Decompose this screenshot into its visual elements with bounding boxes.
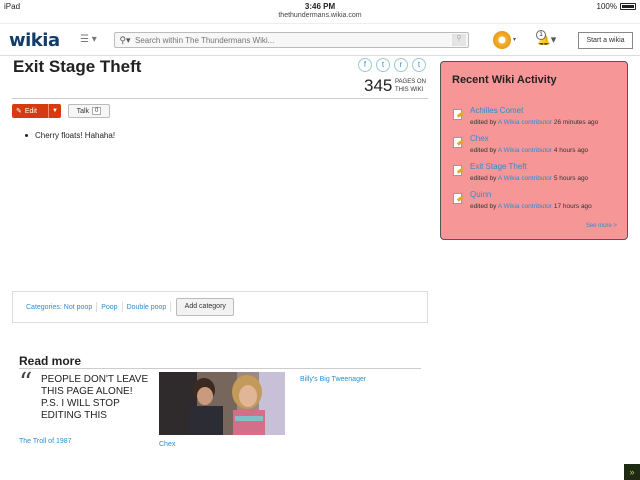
search-box[interactable]: ⚲▾ ⚲ <box>114 32 469 48</box>
activity-title-link[interactable]: Achilles Comet <box>470 106 523 115</box>
facebook-icon[interactable]: f <box>358 58 372 72</box>
notification-count-badge[interactable]: 1 <box>536 30 546 40</box>
article-content: Cherry floats! Hahaha! <box>25 131 115 140</box>
activity-user-link[interactable]: A Wikia contributor <box>498 175 552 182</box>
activity-time: 5 hours ago <box>553 175 589 182</box>
hamburger-menu-icon[interactable]: ☰ ▾ <box>80 34 97 45</box>
read-more-link-billys-big-tweenager[interactable]: Billy's Big Tweenager <box>300 376 366 383</box>
divider <box>121 302 123 312</box>
pages-label-line1: PAGES ON <box>395 79 426 85</box>
tumblr-icon[interactable]: t <box>412 58 426 72</box>
edit-dropdown-chevron-icon[interactable]: ▼ <box>48 104 61 118</box>
add-category-button[interactable]: Add category <box>176 298 235 316</box>
edit-button[interactable]: ✎ Edit ▼ <box>12 104 61 118</box>
activity-prefix: edited by <box>470 203 497 210</box>
activity-prefix: edited by <box>470 175 497 182</box>
categories-label: Categories: <box>26 303 62 311</box>
battery-percent: 100% <box>596 2 617 11</box>
list-item: Cherry floats! Hahaha! <box>25 131 115 140</box>
category-link-not-poop[interactable]: Not poop <box>64 304 92 311</box>
activity-meta: edited by A Wikia contributor 5 hours ag… <box>470 175 588 182</box>
edit-page-icon <box>452 165 465 177</box>
activity-meta: edited by A Wikia contributor 26 minutes… <box>470 119 598 126</box>
clock: 3:46 PM <box>304 2 336 11</box>
url-text[interactable]: thethundermans.wikia.com <box>278 12 361 19</box>
activity-title-link[interactable]: Exit Stage Theft <box>470 162 527 171</box>
scroll-to-top-button[interactable]: » <box>624 464 640 480</box>
start-wikia-button[interactable]: Start a wikia <box>578 32 633 49</box>
twitter-icon[interactable]: t <box>376 58 390 72</box>
list-item-text: Cherry floats! Hahaha! <box>35 131 116 140</box>
activity-meta: edited by A Wikia contributor 17 hours a… <box>470 203 592 210</box>
ios-status-bar: iPad 3:46 PM 100% <box>0 0 640 12</box>
edit-page-icon <box>452 193 465 205</box>
quote-icon: “ <box>19 368 33 398</box>
read-more-quote[interactable]: PEOPLE DON'T LEAVE THIS PAGE ALONE! P.S.… <box>41 374 151 422</box>
page-title: Exit Stage Theft <box>13 57 142 76</box>
bullet-icon <box>25 134 28 137</box>
divider <box>170 302 172 312</box>
activity-user-link[interactable]: A Wikia contributor <box>498 119 552 126</box>
talk-count-badge: 0 <box>92 107 102 115</box>
reddit-icon[interactable]: r <box>394 58 408 72</box>
battery-indicator: 100% <box>597 2 636 11</box>
read-more-link-chex[interactable]: Chex <box>159 441 175 448</box>
read-more-thumbnail-chex[interactable] <box>159 372 285 435</box>
address-bar[interactable]: thethundermans.wikia.com <box>0 12 640 24</box>
battery-icon <box>620 3 636 10</box>
recent-wiki-activity-module: Recent Wiki Activity Achilles Comet edit… <box>440 61 628 240</box>
global-navigation: wikia ☰ ▾ ⚲▾ ⚲ ▾ 🔔▾ 1 Start a wikia <box>0 24 640 56</box>
pencil-icon: ✎ <box>16 108 22 115</box>
activity-time: 4 hours ago <box>553 147 589 154</box>
read-more-link-troll[interactable]: The Troll of 1987 <box>19 438 72 445</box>
social-share-buttons: f t r t <box>358 58 426 72</box>
wikia-logo[interactable]: wikia <box>9 30 60 51</box>
edit-page-icon <box>452 109 465 121</box>
pages-label-line2: THIS WIKI <box>395 87 424 93</box>
pages-count: 345 <box>364 76 393 95</box>
edit-label: Edit <box>24 107 37 115</box>
recent-activity-heading: Recent Wiki Activity <box>452 74 557 86</box>
talk-button[interactable]: Talk 0 <box>68 104 110 118</box>
activity-time: 17 hours ago <box>553 203 592 210</box>
thumbnail-image <box>159 372 285 435</box>
title-divider <box>12 98 428 99</box>
activity-time: 26 minutes ago <box>553 119 599 126</box>
activity-user-link[interactable]: A Wikia contributor <box>498 147 552 154</box>
chevron-down-icon[interactable]: ▾ <box>513 36 516 43</box>
category-link-poop[interactable]: Poop <box>101 304 117 311</box>
activity-prefix: edited by <box>470 119 497 126</box>
search-icon[interactable]: ⚲▾ <box>115 35 135 46</box>
activity-meta: edited by A Wikia contributor 4 hours ag… <box>470 147 588 154</box>
categories-bar: Categories: Not poop Poop Double poop Ad… <box>12 291 428 323</box>
category-link-double-poop[interactable]: Double poop <box>127 304 167 311</box>
divider <box>96 302 98 312</box>
see-more-link[interactable]: See more > <box>586 223 617 229</box>
activity-prefix: edited by <box>470 147 497 154</box>
activity-title-link[interactable]: Chex <box>470 134 489 143</box>
user-avatar[interactable] <box>493 31 511 49</box>
edit-page-icon <box>452 137 465 149</box>
search-input[interactable] <box>135 35 452 45</box>
search-submit-button[interactable]: ⚲ <box>452 34 466 46</box>
activity-user-link[interactable]: A Wikia contributor <box>498 203 552 210</box>
activity-title-link[interactable]: Quinn <box>470 190 491 199</box>
talk-label: Talk <box>76 107 90 115</box>
read-more-heading: Read more <box>19 354 82 368</box>
read-more-divider <box>19 368 421 369</box>
pages-count-label: PAGES ON THIS WIKI <box>395 78 426 94</box>
